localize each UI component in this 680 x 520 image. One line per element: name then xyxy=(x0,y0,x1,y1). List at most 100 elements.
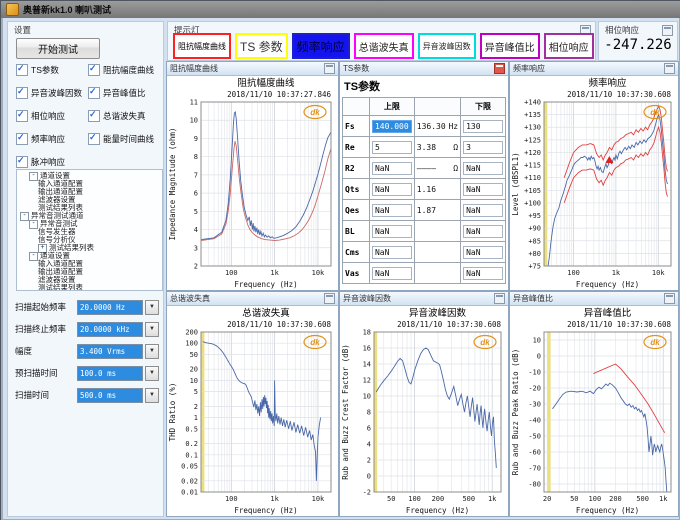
ts-lower-input[interactable]: NaN xyxy=(463,183,503,196)
ts-upper-input[interactable]: NaN xyxy=(372,246,412,259)
ts-panel-header[interactable]: TS参数 xyxy=(340,62,508,76)
svg-text:0: 0 xyxy=(537,353,541,361)
panel-title: 总谐波失真 xyxy=(170,293,210,304)
dropdown-arrow-icon[interactable]: ▼ xyxy=(145,366,159,381)
indicator-light[interactable]: 相位响应 xyxy=(544,33,594,59)
app-icon xyxy=(6,3,19,16)
svg-text:0.1: 0.1 xyxy=(185,451,198,459)
ts-lower-input[interactable]: NaN xyxy=(463,225,503,238)
panel-box-icon[interactable] xyxy=(494,293,505,304)
impedance-panel-header[interactable]: 阻抗幅度曲线 xyxy=(167,62,338,76)
svg-text:2: 2 xyxy=(367,457,371,465)
ts-lower-input[interactable]: 130 xyxy=(463,120,503,133)
channel-config-tree[interactable]: -通道设置输入通道配置输出通道配置滤波器设置测试结果列表-异常音测试通道-异常音… xyxy=(16,169,163,291)
ts-measured-value xyxy=(414,221,460,242)
collapse-icon[interactable]: - xyxy=(29,172,38,181)
ts-header-spacer xyxy=(414,98,460,116)
indicator-light[interactable]: 阻抗幅度曲线 xyxy=(173,33,231,59)
svg-text:200: 200 xyxy=(609,495,622,503)
measurement-checkbox[interactable]: 脉冲响应 xyxy=(16,156,88,168)
thd-panel-header[interactable]: 总谐波失真 xyxy=(167,292,338,306)
panel-close-icon[interactable] xyxy=(494,63,505,74)
panel-box-icon[interactable] xyxy=(662,25,673,36)
window-titlebar[interactable]: 奥普新kk1.0 喇叭测试 xyxy=(1,1,680,18)
peak-ratio-panel-header[interactable]: 异音峰值比 xyxy=(510,292,678,306)
measurement-checkbox[interactable]: 频率响应 xyxy=(16,133,88,145)
svg-text:8: 8 xyxy=(194,153,198,161)
chart-canvas: -2024681012141618501002005001k异音波峰因数2018… xyxy=(340,306,508,516)
ts-measured-value: ————Ω xyxy=(414,158,460,179)
ts-lower-input[interactable]: NaN xyxy=(463,162,503,175)
dropdown-arrow-icon[interactable]: ▼ xyxy=(145,388,159,403)
param-field-row: 预扫描时间100.0 ms▼ xyxy=(15,362,163,384)
svg-text:9: 9 xyxy=(194,135,198,143)
ts-lower-input[interactable]: NaN xyxy=(463,204,503,217)
ts-upper-input[interactable]: NaN xyxy=(372,162,412,175)
svg-text:-60: -60 xyxy=(528,449,541,457)
ts-upper-input[interactable]: NaN xyxy=(372,204,412,217)
indicator-light[interactable]: TS 参数 xyxy=(235,33,288,59)
param-value-field[interactable]: 20.0000 kHz xyxy=(77,322,143,337)
svg-text:1k: 1k xyxy=(488,495,497,503)
ts-upper-input[interactable]: 140.000 xyxy=(372,120,412,133)
svg-text:dk: dk xyxy=(480,338,490,347)
dropdown-arrow-icon[interactable]: ▼ xyxy=(145,322,159,337)
param-value-field[interactable]: 20.0000 Hz xyxy=(77,300,143,315)
svg-text:100: 100 xyxy=(408,495,421,503)
panel-box-icon[interactable] xyxy=(324,293,335,304)
param-value-field[interactable]: 500.0 ms xyxy=(77,388,143,403)
dropdown-arrow-icon[interactable]: ▼ xyxy=(145,344,159,359)
svg-text:10k: 10k xyxy=(312,495,325,503)
svg-text:5: 5 xyxy=(194,388,198,396)
ts-upper-input[interactable]: 5 xyxy=(372,141,412,154)
ts-measured-value: 1.16 xyxy=(414,179,460,200)
svg-text:dk: dk xyxy=(310,108,320,117)
peak-ratio-chart: 100-10-20-30-40-50-60-70-802050100200500… xyxy=(510,306,678,516)
indicator-light[interactable]: 频率响应 xyxy=(292,33,350,59)
measurement-checkbox[interactable]: 异音波峰因数 xyxy=(16,87,88,99)
measurement-checkbox[interactable]: 相位响应 xyxy=(16,110,88,122)
measurement-checkbox[interactable]: 阻抗幅度曲线 xyxy=(88,64,160,76)
dropdown-arrow-icon[interactable]: ▼ xyxy=(145,300,159,315)
collapse-icon[interactable]: - xyxy=(29,252,38,261)
start-test-button[interactable]: 开始测试 xyxy=(16,38,100,59)
ts-lower-input[interactable]: 3 xyxy=(463,141,503,154)
svg-text:7: 7 xyxy=(194,171,198,179)
indicator-light[interactable]: 异音峰值比 xyxy=(480,33,540,59)
frequency-response-panel-header[interactable]: 频率响应 xyxy=(510,62,678,76)
panel-box-icon[interactable] xyxy=(664,293,675,304)
measurement-checkbox[interactable]: 总谐波失真 xyxy=(88,110,160,122)
panel-title: TS参数 xyxy=(343,63,369,74)
checkbox-icon xyxy=(16,110,28,122)
crest-factor-panel-header[interactable]: 异音波峰因数 xyxy=(340,292,508,306)
ts-lower-input[interactable]: NaN xyxy=(463,246,503,259)
svg-text:+95: +95 xyxy=(528,212,541,220)
param-field-row: 扫描起始频率20.0000 Hz▼ xyxy=(15,296,163,318)
collapse-icon[interactable]: - xyxy=(29,220,38,229)
tree-node[interactable]: 测试结果列表 xyxy=(20,284,162,291)
param-value-field[interactable]: 3.400 Vrms xyxy=(77,344,143,359)
ts-upper-input[interactable]: NaN xyxy=(372,267,412,280)
svg-text:100: 100 xyxy=(589,495,602,503)
ts-lower-input[interactable]: NaN xyxy=(463,267,503,280)
measurement-checkbox[interactable]: TS参数 xyxy=(16,64,88,76)
indicator-light[interactable]: 总谐波失真 xyxy=(354,33,414,59)
svg-text:50: 50 xyxy=(387,495,395,503)
checkbox-label: TS参数 xyxy=(31,64,59,76)
svg-text:0.01: 0.01 xyxy=(181,489,198,497)
ts-upper-input[interactable]: NaN xyxy=(372,225,412,238)
crest-factor-panel: 异音波峰因数 -2024681012141618501002005001k异音波… xyxy=(339,291,509,517)
collapse-icon[interactable]: - xyxy=(20,212,29,221)
measurement-checkbox-grid: TS参数 阻抗幅度曲线异音波峰因数异音峰值比相位响应总谐波失真频率响应能量时间曲线… xyxy=(16,64,160,168)
measurement-checkbox[interactable]: 能量时间曲线 xyxy=(88,133,160,145)
indicator-light[interactable]: 异音波峰因数 xyxy=(418,33,476,59)
checkbox-icon xyxy=(16,156,28,168)
measurement-checkbox[interactable]: 异音峰值比 xyxy=(88,87,160,99)
panel-box-icon[interactable] xyxy=(324,63,335,74)
param-value-field[interactable]: 100.0 ms xyxy=(77,366,143,381)
panel-box-icon[interactable] xyxy=(664,63,675,74)
frequency-response-chart: +75+80+85+90+95+100+105+110+115+120+125+… xyxy=(510,76,678,290)
svg-text:20: 20 xyxy=(543,495,551,503)
phase-response-value: -247.226 xyxy=(599,37,677,53)
ts-upper-input[interactable]: NaN xyxy=(372,183,412,196)
